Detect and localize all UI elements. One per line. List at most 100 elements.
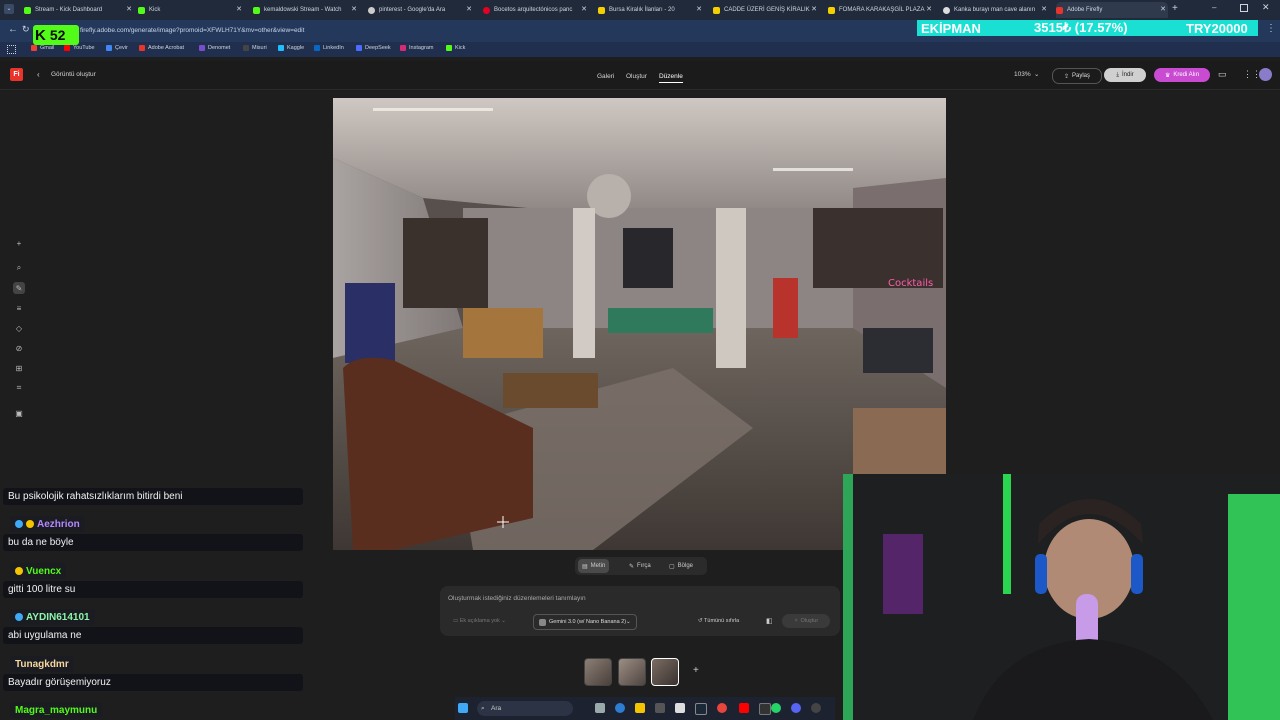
buy-credits-button[interactable]: ♛ Kredi Alın	[1154, 68, 1210, 82]
tab-fomara[interactable]: FOMARA KARAKAŞGİL PLAZA ✕	[828, 2, 934, 18]
remove-background-icon[interactable]: ⊘	[13, 342, 25, 354]
chrome-icon[interactable]	[717, 703, 727, 713]
kick-icon	[446, 45, 452, 51]
chevron-down-icon[interactable]: ⌄	[1034, 70, 1039, 78]
back-arrow-icon[interactable]: ←	[8, 24, 18, 35]
image-icon[interactable]: ▣	[13, 407, 25, 419]
tab-bursa[interactable]: Bursa Kiralık İlanları - 20 ✕	[598, 2, 704, 18]
tab-kemaldowski[interactable]: kemaldowski Stream - Watch ✕	[253, 2, 359, 18]
mode-text[interactable]: ▤ Metin	[578, 559, 610, 573]
windows-start-icon[interactable]	[458, 703, 468, 713]
tab-kick[interactable]: Kick ✕	[138, 2, 244, 18]
history-thumbnail[interactable]	[618, 658, 646, 686]
bookmark-denomet[interactable]: Denomet	[199, 45, 230, 51]
file-explorer-icon[interactable]	[635, 703, 645, 713]
close-icon[interactable]: ✕	[236, 5, 242, 13]
expand-icon[interactable]: ⊞	[13, 362, 25, 374]
tab-adobe-firefly[interactable]: Adobe Firefly ✕	[1056, 2, 1168, 18]
bookmark-linkedin[interactable]: LinkedIn	[314, 45, 344, 51]
youtube-icon[interactable]	[739, 703, 749, 713]
crop-icon[interactable]: ⌗	[13, 382, 25, 394]
bookmark-misuri[interactable]: Misuri	[243, 45, 267, 51]
svg-text:Cocktails: Cocktails	[888, 278, 933, 289]
settings-icon[interactable]: ◧	[766, 617, 773, 625]
reload-icon[interactable]: ↻	[22, 24, 30, 35]
bookmark-cevir[interactable]: Çevir	[106, 45, 128, 51]
steam-icon[interactable]	[695, 703, 707, 715]
discord-icon[interactable]	[791, 703, 801, 713]
chat-message: abi uygulama ne	[3, 627, 303, 644]
nav-olustur[interactable]: Oluştur	[626, 73, 647, 80]
tab-label: Stream - Kick Dashboard	[35, 7, 103, 13]
tab-man-cave[interactable]: Kanka burayı man cave alanın ✕	[943, 2, 1049, 18]
close-icon[interactable]: ✕	[1041, 5, 1047, 13]
media-icon[interactable]	[759, 703, 771, 715]
close-window-icon[interactable]: ✕	[1262, 2, 1270, 13]
history-thumbnail-selected[interactable]	[651, 658, 679, 686]
obs-icon[interactable]	[811, 703, 821, 713]
goal-progress: 3515₺ (17.57%)	[1034, 20, 1128, 35]
nav-galeri[interactable]: Galeri	[597, 73, 614, 80]
calculator-icon[interactable]	[655, 703, 665, 713]
adjust-icon[interactable]: ≡	[13, 302, 25, 314]
bookmark-acrobat[interactable]: Adobe Acrobat	[139, 45, 184, 51]
close-icon[interactable]: ✕	[811, 5, 817, 13]
google-favicon	[368, 6, 375, 14]
whatsapp-icon[interactable]	[771, 703, 781, 713]
calendar-icon[interactable]	[675, 703, 685, 713]
tab-list-button[interactable]: ⌄	[4, 4, 14, 14]
close-icon[interactable]: ✕	[1160, 5, 1166, 13]
avatar[interactable]	[1259, 68, 1272, 81]
back-to-generate[interactable]: Görüntü oluştur	[51, 71, 96, 78]
url-field[interactable]: firefly.adobe.com/generate/image?promoid…	[80, 24, 304, 38]
firefly-logo[interactable]: Fi	[10, 68, 23, 81]
close-icon[interactable]: ✕	[351, 5, 357, 13]
bookmark-youtube[interactable]: YouTube	[64, 45, 95, 51]
add-icon[interactable]: +	[693, 665, 699, 676]
reset-all-button[interactable]: ↺ Tümünü sıfırla	[698, 618, 739, 624]
apps-grid-icon[interactable]	[7, 45, 16, 54]
share-button[interactable]: ⇪ Paylaş	[1052, 68, 1102, 84]
maximize-icon[interactable]	[1240, 4, 1248, 12]
close-icon[interactable]: ✕	[126, 5, 132, 13]
new-tab-button[interactable]: +	[1172, 3, 1178, 14]
bookmark-instagram[interactable]: Instagram	[400, 45, 433, 51]
generate-button[interactable]: ✧ Oluştur	[782, 614, 830, 628]
mode-region[interactable]: ▢ Bölge	[665, 559, 697, 573]
tab-label: Bocetos arquitectónicos panc	[494, 7, 573, 13]
download-button[interactable]: ⤓ İndir	[1104, 68, 1146, 82]
kick-favicon	[24, 6, 31, 14]
edge-icon[interactable]	[615, 703, 625, 713]
eraser-icon[interactable]: ◇	[13, 322, 25, 334]
taskbar-search[interactable]: ⌕ Ara	[477, 701, 573, 716]
close-icon[interactable]: ✕	[696, 5, 702, 13]
tab-cadde[interactable]: CADDE ÜZERİ GENİŞ KİRALIK ✕	[713, 2, 819, 18]
task-view-icon[interactable]	[595, 703, 605, 713]
prompt-edit-icon[interactable]: ⌕	[13, 262, 25, 274]
tab-google-search[interactable]: pinterest - Google'da Ara ✕	[368, 2, 474, 18]
close-icon[interactable]: ✕	[466, 5, 472, 13]
chat-icon[interactable]: ▭	[1218, 69, 1227, 80]
add-icon[interactable]: +	[13, 237, 25, 249]
tab-label: Adobe Firefly	[1067, 7, 1103, 13]
brush-tool-icon[interactable]: ✎	[13, 282, 25, 294]
nav-duzenle[interactable]: Düzenle	[659, 73, 683, 83]
minimize-icon[interactable]: –	[1212, 3, 1216, 12]
history-thumbnail[interactable]	[584, 658, 612, 686]
tab-kick-dashboard[interactable]: Stream - Kick Dashboard ✕	[24, 2, 134, 18]
prompt-input[interactable]: Oluşturmak istediğiniz düzenlemeleri tan…	[448, 595, 586, 602]
reference-selector[interactable]: ▭ Ek açıklama yok ⌄	[453, 618, 506, 624]
tab-label: CADDE ÜZERİ GENİŞ KİRALIK	[724, 7, 810, 13]
close-icon[interactable]: ✕	[581, 5, 587, 13]
tab-pinterest[interactable]: Bocetos arquitectónicos panc ✕	[483, 2, 589, 18]
bookmark-gmail[interactable]: Gmail	[31, 45, 54, 51]
bookmark-deepseek[interactable]: DeepSeek	[356, 45, 391, 51]
close-icon[interactable]: ✕	[926, 5, 932, 13]
mode-brush[interactable]: ✎ Fırça	[625, 559, 655, 573]
bookmark-kick[interactable]: Kick	[446, 45, 465, 51]
zoom-level[interactable]: 103%	[1014, 71, 1031, 78]
menu-dots-icon[interactable]: ⋮	[1266, 23, 1276, 34]
back-chevron-icon[interactable]: ‹	[37, 70, 40, 79]
bookmark-kaggle[interactable]: Kaggle	[278, 45, 304, 51]
model-selector[interactable]: Gemini 3.0 (w/ Nano Banana 2) ⌄	[533, 614, 637, 630]
